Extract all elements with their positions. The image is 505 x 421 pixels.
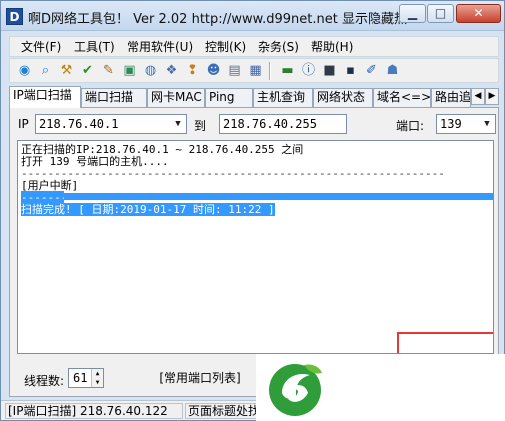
menu-help[interactable]: 帮助(H)	[311, 38, 353, 56]
ip-start-value: 218.76.40.1	[39, 117, 119, 131]
computers-icon[interactable]: ▤	[225, 62, 244, 80]
network-icon[interactable]: ❖	[162, 62, 181, 80]
threads-label: 线程数:	[24, 374, 65, 388]
user-search-icon[interactable]: ☻	[204, 62, 223, 80]
watermark-logo	[256, 354, 505, 421]
menu-tools[interactable]: 工具(T)	[74, 38, 115, 56]
status-page-title: 页面标题处找	[185, 403, 265, 419]
output-line-selected: 扫描完成! [ 日期:2019-01-17 时间: 11:22 ]	[21, 203, 275, 216]
monitor-dark-icon[interactable]: ■	[320, 62, 339, 80]
menu-control[interactable]: 控制(K)	[205, 38, 246, 56]
output-line: ----------------------------------------…	[21, 167, 445, 180]
info-icon[interactable]: ⓘ	[299, 62, 318, 80]
globe-go-icon[interactable]: ◉	[15, 62, 34, 80]
brush-icon[interactable]: ✎	[99, 62, 118, 80]
port-label: 端口:	[396, 119, 425, 133]
tools-icon[interactable]: ⚒	[57, 62, 76, 80]
globe-icon[interactable]: ◍	[141, 62, 160, 80]
close-button[interactable]: ✕	[456, 4, 501, 23]
app-window: D 啊D网络工具包！ Ver 2.02 http://www.d99net.ne…	[0, 0, 505, 421]
common-ports-button[interactable]: [常用端口列表]	[154, 368, 246, 388]
search-icon[interactable]: ⌕	[36, 62, 55, 80]
tab-network-status[interactable]: 网络状态	[313, 88, 373, 107]
window-icon[interactable]: ▦	[246, 62, 265, 80]
tab-ip-port-scan[interactable]: IP端口扫描	[9, 86, 81, 108]
pen-icon[interactable]: ✐	[362, 62, 381, 80]
menu-bar: 文件(F) 工具(T) 常用软件(U) 控制(K) 杂务(S) 帮助(H)	[9, 36, 499, 57]
window-title: 啊D网络工具包！ Ver 2.02 http://www.d99net.net …	[28, 12, 420, 27]
tab-nic-mac[interactable]: 网卡MAC	[147, 88, 205, 107]
monitor-icon[interactable]: ▣	[120, 62, 139, 80]
scan-output[interactable]: 正在扫描的IP:218.76.40.1 ~ 218.76.40.255 之间 打…	[17, 140, 494, 354]
app-logo-icon: D	[6, 8, 23, 25]
ip-end-field[interactable]: 218.76.40.255	[219, 114, 347, 134]
chevron-down-icon[interactable]: ▼	[479, 115, 495, 133]
title-bar[interactable]: D 啊D网络工具包！ Ver 2.02 http://www.d99net.ne…	[1, 1, 504, 31]
red-highlight-box	[397, 332, 493, 353]
stepper-arrows-icon[interactable]: ▲ ▼	[91, 369, 103, 387]
tab-route-trace[interactable]: 路由追	[431, 88, 471, 107]
threads-stepper[interactable]: 61 ▲ ▼	[68, 368, 104, 388]
tab-domain-ip[interactable]: 域名<=>IP	[373, 88, 431, 107]
to-label: 到	[194, 119, 207, 133]
menu-common-software[interactable]: 常用软件(U)	[127, 38, 193, 56]
tab-host-query[interactable]: 主机查询	[253, 88, 313, 107]
tab-strip: IP端口扫描 端口扫描 网卡MAC Ping 主机查询 网络状态 域名<=>IP…	[9, 86, 499, 108]
tab-ping[interactable]: Ping	[205, 88, 253, 107]
menu-file[interactable]: 文件(F)	[21, 38, 61, 56]
chevron-down-icon[interactable]: ▼	[170, 115, 186, 133]
menu-misc[interactable]: 杂务(S)	[258, 38, 299, 56]
ip-label: IP	[18, 117, 29, 131]
threads-value: 61	[73, 371, 88, 385]
check-icon[interactable]: ✔	[78, 62, 97, 80]
terminal-icon[interactable]: ▪	[341, 62, 360, 80]
selection-highlight	[64, 193, 493, 200]
minimize-button[interactable]: ▁	[399, 4, 426, 23]
tab-scroll-right-icon[interactable]: ▶	[485, 88, 499, 105]
pin-icon[interactable]: ❢	[183, 62, 202, 80]
toolbar-separator	[269, 62, 271, 80]
leaf-logo-icon	[269, 364, 322, 416]
port-value: 139	[440, 117, 462, 131]
ip-start-combo[interactable]: 218.76.40.1 ▼	[35, 114, 187, 134]
tab-scroll-left-icon[interactable]: ◀	[471, 88, 485, 105]
group-icon[interactable]: ☗	[383, 62, 402, 80]
status-scan-info: [IP端口扫描] 218.76.40.122	[5, 403, 183, 419]
toolbar: ◉ ⌕ ⚒ ✔ ✎ ▣ ◍ ❖ ❢ ☻ ▤ ▦ ▬ ⓘ ■ ▪ ✐ ☗	[9, 58, 499, 83]
maximize-button[interactable]: □	[427, 4, 454, 23]
tab-port-scan[interactable]: 端口扫描	[81, 88, 147, 107]
port-combo[interactable]: 139 ▼	[436, 114, 496, 134]
memory-icon[interactable]: ▬	[278, 62, 297, 80]
